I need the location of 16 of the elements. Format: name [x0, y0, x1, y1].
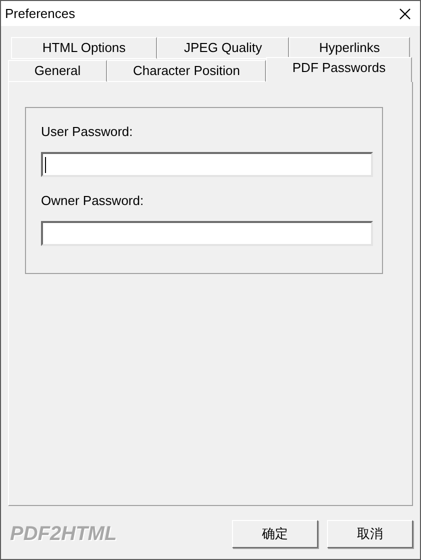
close-button[interactable]	[398, 6, 412, 20]
dialog-button[interactable]: 取消	[327, 520, 413, 548]
tab[interactable]: Hyperlinks	[289, 37, 410, 59]
close-icon	[399, 8, 411, 20]
tab[interactable]: General	[8, 60, 107, 82]
tab[interactable]: HTML Options	[11, 37, 157, 59]
password-field[interactable]	[41, 152, 373, 177]
field-label: User Password:	[41, 123, 134, 141]
field-label: Owner Password:	[41, 192, 145, 210]
tab[interactable]: PDF Passwords	[266, 57, 412, 82]
tab[interactable]: Character Position	[107, 60, 266, 82]
password-field[interactable]	[41, 221, 373, 246]
tab[interactable]: JPEG Quality	[157, 37, 289, 59]
dialog-button[interactable]: 确定	[232, 520, 318, 548]
window-title: Preferences	[5, 4, 76, 23]
logo-text: PDF2HTML	[10, 522, 117, 547]
